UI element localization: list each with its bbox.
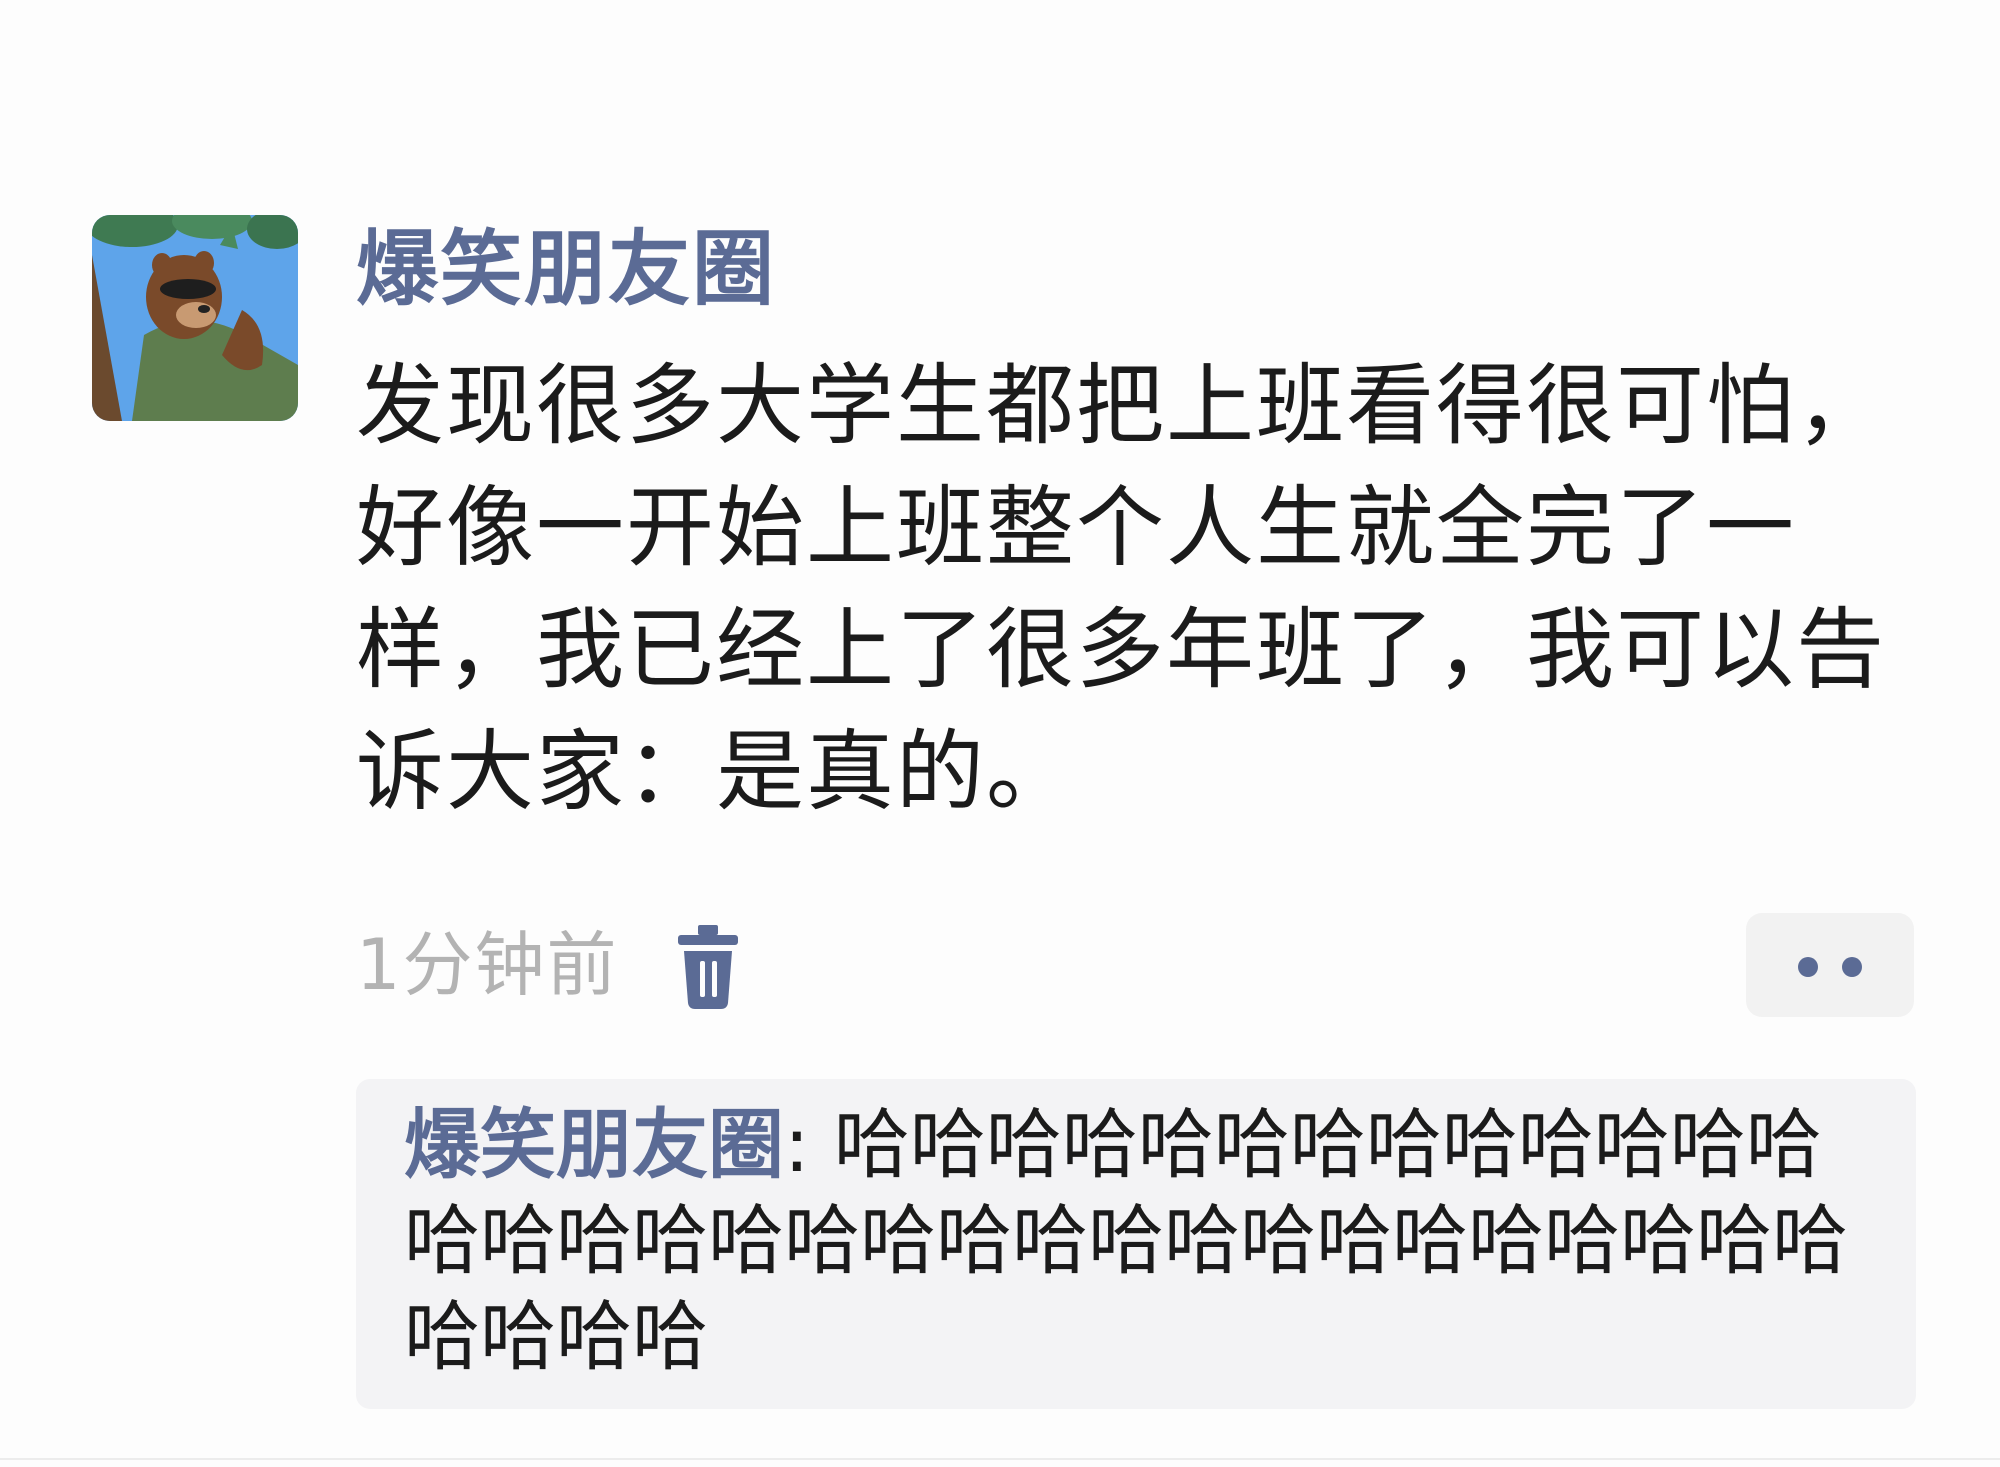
trash-icon[interactable] (672, 921, 744, 1011)
post-content: 爆笑朋友圈 发现很多大学生都把上班看得很可怕，好像一开始上班整个人生就全完了一样… (356, 215, 1916, 1409)
post-text: 发现很多大学生都把上班看得很可怕，好像一开始上班整个人生就全完了一样，我已经上了… (356, 354, 1887, 823)
avatar[interactable] (92, 215, 298, 421)
post-timestamp: 1分钟前 (356, 924, 619, 1006)
comment-author-name[interactable]: 爆笑朋友圈 (404, 1100, 784, 1189)
comment-separator: : (784, 1100, 834, 1189)
post-author-name[interactable]: 爆笑朋友圈 (356, 215, 1916, 325)
more-dot-left (1798, 957, 1818, 977)
more-dots-icon[interactable] (1746, 913, 1914, 1017)
divider (0, 1458, 2000, 1460)
comments-box: 爆笑朋友圈: 哈哈哈哈哈哈哈哈哈哈哈哈哈哈哈哈哈哈哈哈哈哈哈哈哈哈哈哈哈哈哈哈哈… (356, 1079, 1916, 1409)
cartoon-bear-avatar-icon (92, 215, 298, 421)
moments-page: 爆笑朋友圈 发现很多大学生都把上班看得很可怕，好像一开始上班整个人生就全完了一样… (0, 0, 2000, 1467)
more-dot-right (1842, 957, 1862, 977)
comment-item[interactable]: 爆笑朋友圈: 哈哈哈哈哈哈哈哈哈哈哈哈哈哈哈哈哈哈哈哈哈哈哈哈哈哈哈哈哈哈哈哈哈… (404, 1097, 1872, 1385)
post-meta-row: 1分钟前 (356, 913, 1916, 1017)
